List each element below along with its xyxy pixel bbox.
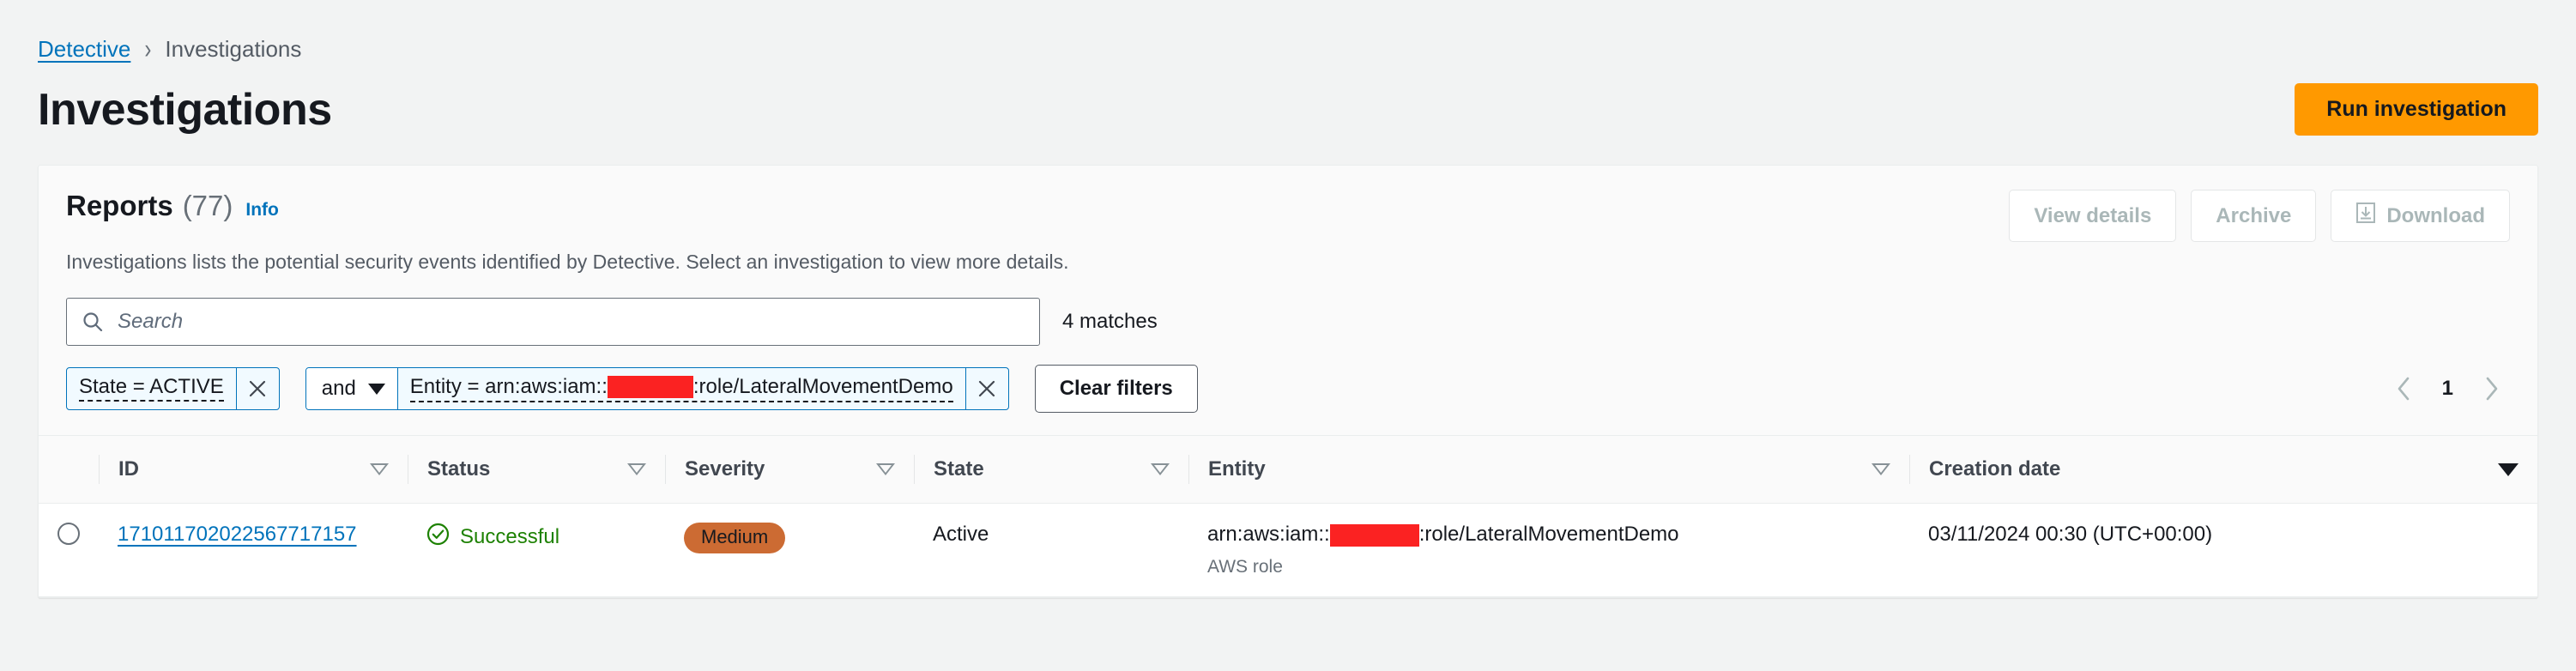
- breadcrumb-link-detective[interactable]: Detective: [38, 36, 130, 63]
- sort-icon[interactable]: [1872, 463, 1890, 475]
- chevron-left-icon[interactable]: [2394, 375, 2413, 402]
- sort-icon[interactable]: [876, 463, 895, 475]
- chevron-down-icon: [367, 383, 385, 395]
- investigation-id-link[interactable]: 171011702022567717157: [118, 523, 357, 546]
- reports-card: Reports (77) Info View details Archive D…: [38, 165, 2538, 598]
- chevron-right-icon[interactable]: [2482, 375, 2501, 402]
- row-state-cell: Active: [914, 503, 1188, 597]
- column-header-state-label: State: [934, 457, 984, 481]
- table-header: ID Status Severity State Entity Creation…: [39, 435, 2537, 504]
- check-circle-icon: [426, 523, 450, 552]
- row-radio-button[interactable]: [57, 523, 80, 545]
- reports-card-actions: View details Archive Download: [2009, 190, 2510, 242]
- column-header-status[interactable]: Status: [408, 435, 665, 504]
- clear-filters-button[interactable]: Clear filters: [1034, 365, 1198, 413]
- sort-icon[interactable]: [627, 463, 646, 475]
- view-details-button[interactable]: View details: [2009, 190, 2177, 242]
- breadcrumb-current: Investigations: [165, 36, 302, 62]
- row-id-cell: 171011702022567717157: [99, 503, 408, 597]
- sort-icon-active[interactable]: [2498, 462, 2519, 476]
- column-header-severity[interactable]: Severity: [665, 435, 914, 504]
- column-header-creation-date-label: Creation date: [1929, 457, 2061, 481]
- state-text: Active: [933, 523, 989, 546]
- filter-entity-suffix: :role/LateralMovementDemo: [692, 374, 953, 398]
- table-body: 171011702022567717157 Successful Medium …: [39, 503, 2537, 597]
- info-link[interactable]: Info: [245, 200, 278, 221]
- column-header-select: [39, 435, 99, 504]
- chevron-right-icon: ›: [144, 33, 152, 65]
- filter-token-entity[interactable]: and Entity = arn:aws:iam:::role/LateralM…: [305, 367, 1009, 410]
- search-row: 4 matches: [39, 274, 2537, 346]
- entity-type: AWS role: [1207, 557, 1283, 577]
- entity-arn-suffix: :role/LateralMovementDemo: [1418, 523, 1679, 546]
- sort-icon[interactable]: [1151, 463, 1170, 475]
- search-input[interactable]: [116, 309, 1024, 335]
- row-status-cell: Successful: [408, 503, 665, 597]
- filter-join-operator-select[interactable]: and: [305, 368, 398, 409]
- column-header-id[interactable]: ID: [99, 435, 408, 504]
- row-creation-date-cell: 03/11/2024 00:30 (UTC+00:00): [1909, 503, 2537, 597]
- status-text: Successful: [460, 525, 560, 548]
- search-box[interactable]: [66, 298, 1040, 346]
- pagination-current-page[interactable]: 1: [2442, 377, 2453, 401]
- redaction-block: [607, 375, 693, 398]
- column-header-entity[interactable]: Entity: [1188, 435, 1909, 504]
- reports-title-group: Reports (77) Info: [66, 190, 279, 222]
- table-header-row: ID Status Severity State Entity Creation…: [39, 435, 2537, 504]
- filter-entity-prefix: Entity = arn:aws:iam::: [409, 374, 608, 398]
- filter-join-operator-label: and: [321, 377, 356, 400]
- download-icon: [2355, 202, 2376, 230]
- filter-token-state-remove-icon[interactable]: [235, 368, 279, 409]
- row-entity-cell: arn:aws:iam:::role/LateralMovementDemo A…: [1188, 503, 1909, 597]
- redaction-block: [1329, 523, 1419, 547]
- download-button[interactable]: Download: [2331, 190, 2510, 242]
- run-investigation-button[interactable]: Run investigation: [2295, 83, 2538, 136]
- search-icon: [82, 311, 104, 333]
- filters-row: State = ACTIVE and Entity = arn:aws:iam:…: [39, 346, 2537, 413]
- creation-date-text: 03/11/2024 00:30 (UTC+00:00): [1928, 523, 2213, 546]
- breadcrumb: Detective › Investigations: [0, 0, 2576, 65]
- column-header-status-label: Status: [427, 457, 491, 481]
- table-row[interactable]: 171011702022567717157 Successful Medium …: [39, 503, 2537, 597]
- search-matches-count: 4 matches: [1062, 310, 1158, 333]
- reports-card-header: Reports (77) Info View details Archive D…: [39, 166, 2537, 242]
- row-severity-cell: Medium: [665, 503, 914, 597]
- column-header-id-label: ID: [118, 457, 139, 481]
- page-title: Investigations: [38, 84, 332, 135]
- column-header-entity-label: Entity: [1208, 457, 1266, 481]
- archive-button[interactable]: Archive: [2191, 190, 2317, 242]
- severity-badge: Medium: [684, 523, 786, 553]
- filter-token-state-label: State = ACTIVE: [67, 368, 236, 409]
- entity-arn: arn:aws:iam:::role/LateralMovementDemo: [1207, 523, 1890, 547]
- reports-description: Investigations lists the potential secur…: [66, 251, 1069, 273]
- row-select-cell: [39, 503, 99, 597]
- column-header-state[interactable]: State: [914, 435, 1188, 504]
- page-header: Investigations Run investigation: [0, 63, 2576, 136]
- column-header-severity-label: Severity: [685, 457, 765, 481]
- column-header-creation-date[interactable]: Creation date: [1909, 435, 2537, 504]
- reports-count: (77): [182, 190, 233, 221]
- download-button-label: Download: [2386, 203, 2485, 227]
- entity-arn-prefix: arn:aws:iam::: [1207, 523, 1330, 546]
- sort-icon[interactable]: [370, 463, 389, 475]
- filter-token-state[interactable]: State = ACTIVE: [66, 367, 280, 410]
- pagination: 1: [2394, 375, 2510, 402]
- reports-title: Reports: [66, 190, 173, 221]
- filter-token-entity-label: Entity = arn:aws:iam:::role/LateralMovem…: [398, 368, 965, 409]
- filter-token-entity-remove-icon[interactable]: [964, 368, 1008, 409]
- investigations-table: ID Status Severity State Entity Creation…: [39, 435, 2537, 597]
